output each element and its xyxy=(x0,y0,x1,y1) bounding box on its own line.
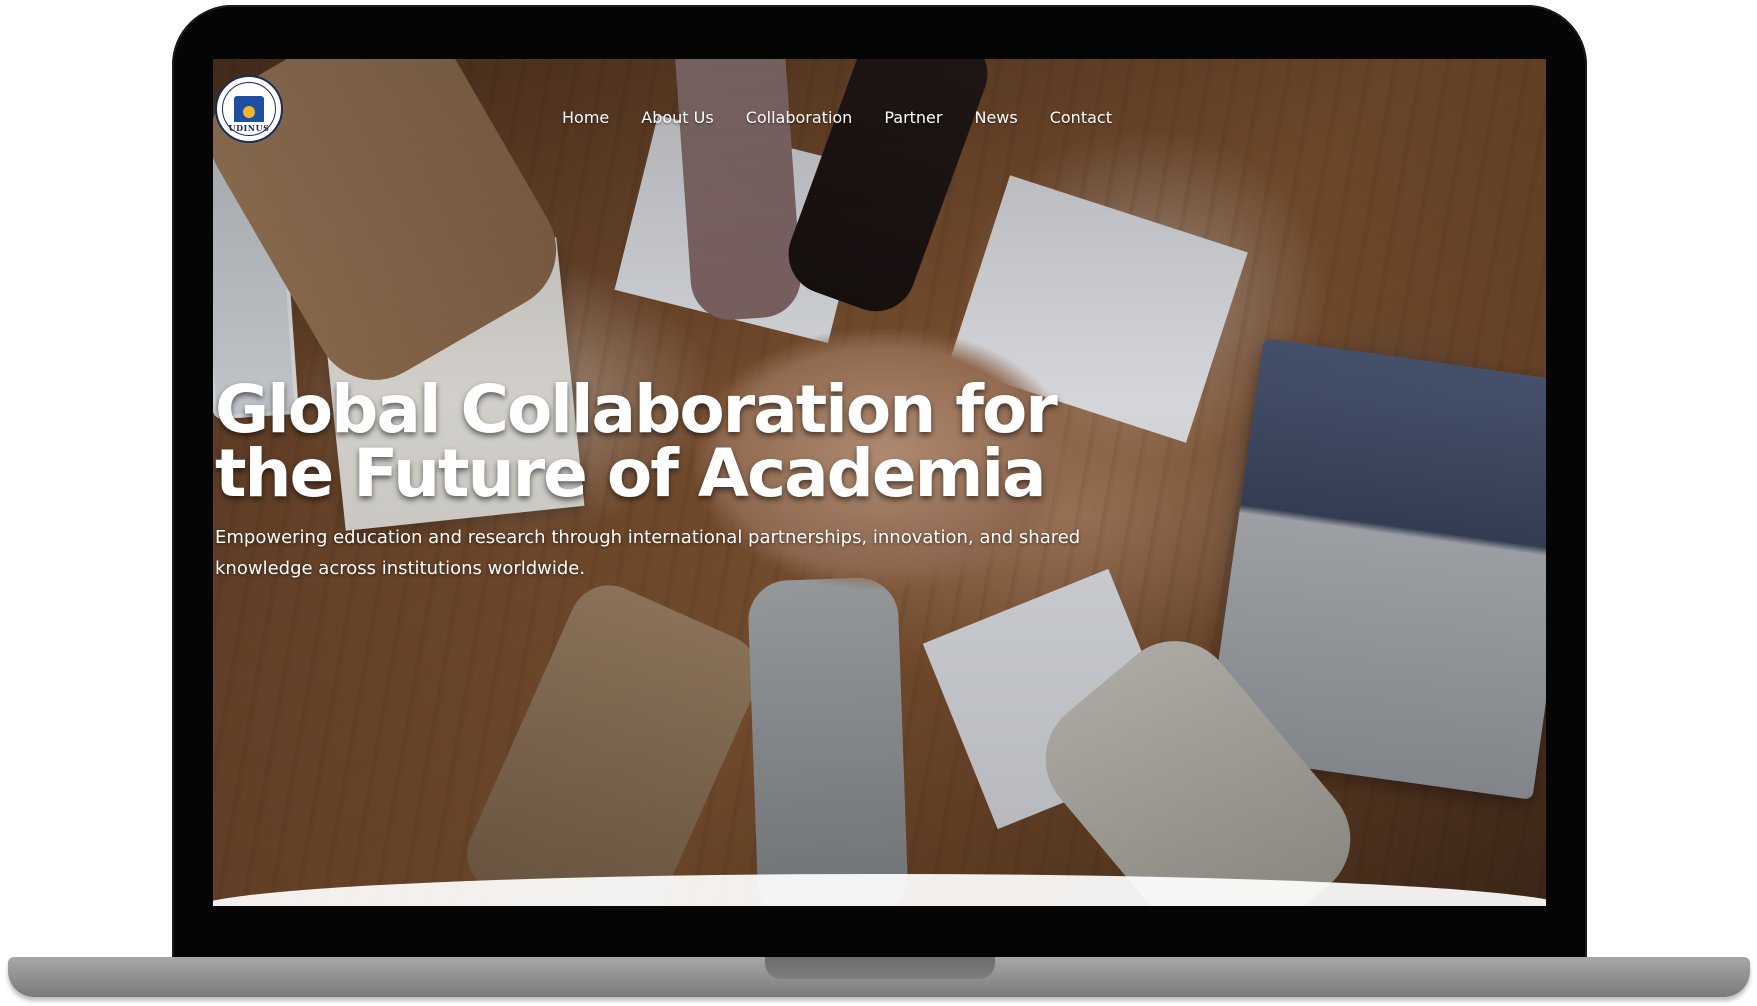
nav-link-news[interactable]: News xyxy=(974,108,1017,127)
laptop-notch xyxy=(765,957,995,979)
university-seal-icon[interactable]: UDINUS xyxy=(215,75,283,143)
nav-link-contact[interactable]: Contact xyxy=(1050,108,1112,127)
nav-link-collaboration[interactable]: Collaboration xyxy=(746,108,853,127)
logo-text: UDINUS xyxy=(228,123,270,133)
nav-link-partner[interactable]: Partner xyxy=(884,108,942,127)
hero-subtitle: Empowering education and research throug… xyxy=(215,527,1081,579)
device-mockup: UDINUS Home About Us Collaboration Partn… xyxy=(0,0,1757,1006)
nav-link-about-us[interactable]: About Us xyxy=(641,108,713,127)
main-nav: Home About Us Collaboration Partner News… xyxy=(562,108,1144,127)
logo-mark xyxy=(234,96,264,122)
hero-title: Global Collaboration for the Future of A… xyxy=(215,371,1058,512)
nav-link-home[interactable]: Home xyxy=(562,108,609,127)
